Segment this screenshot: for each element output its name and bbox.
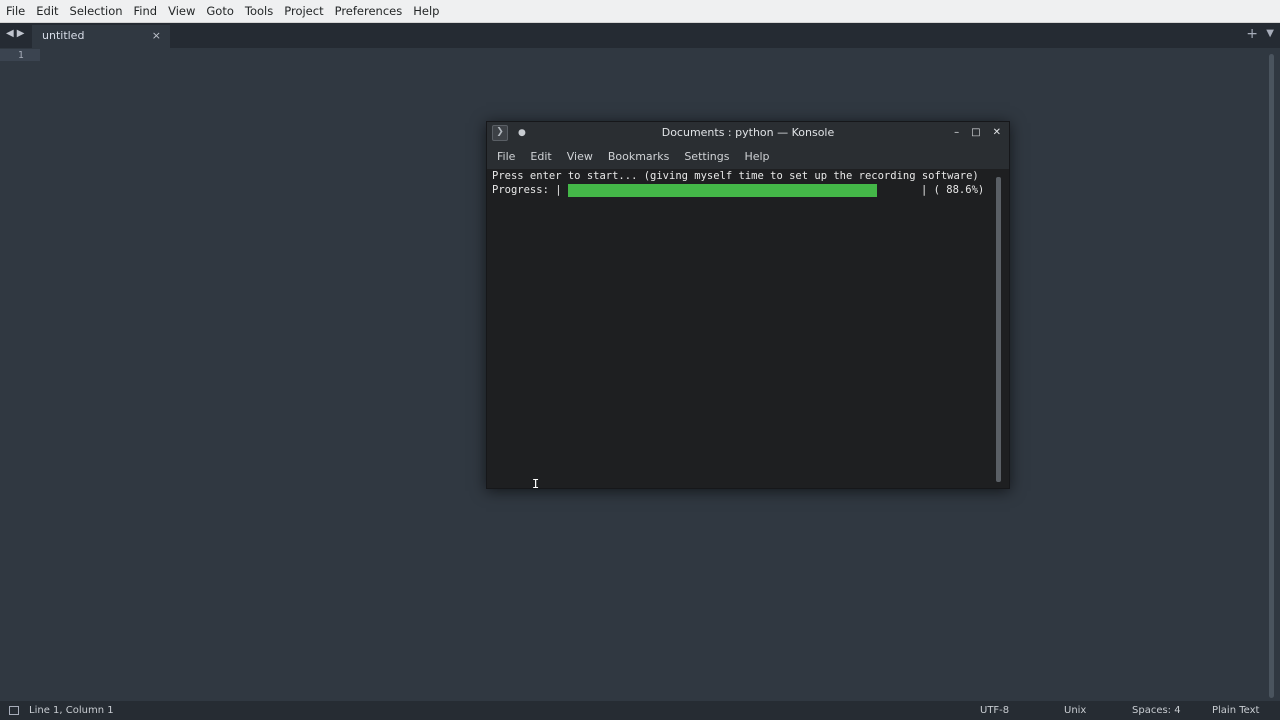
indentation-indicator[interactable]: Spaces: 4 bbox=[1132, 705, 1181, 716]
konsole-menu-settings[interactable]: Settings bbox=[679, 150, 734, 163]
konsole-menu-bar: File Edit View Bookmarks Settings Help bbox=[487, 144, 1009, 169]
tab-close-icon[interactable]: × bbox=[152, 25, 161, 47]
terminal-output[interactable]: Press enter to start... (giving myself t… bbox=[492, 170, 992, 488]
editor-scrollbar[interactable] bbox=[1269, 54, 1274, 698]
line-endings-indicator[interactable]: Unix bbox=[1064, 705, 1086, 716]
syntax-indicator[interactable]: Plain Text bbox=[1212, 705, 1259, 716]
tab-bar: ◀ ▶ untitled × + ▼ bbox=[0, 23, 1280, 48]
tab-label: untitled bbox=[42, 29, 85, 42]
tab-forward-icon[interactable]: ▶ bbox=[17, 28, 25, 39]
menu-view[interactable]: View bbox=[162, 0, 200, 23]
konsole-menu-edit[interactable]: Edit bbox=[525, 150, 556, 163]
konsole-menu-help[interactable]: Help bbox=[739, 150, 774, 163]
terminal-line: Press enter to start... (giving myself t… bbox=[492, 170, 979, 182]
menu-find[interactable]: Find bbox=[128, 0, 163, 23]
i-beam-cursor-icon: I bbox=[532, 477, 540, 491]
window-controls: – □ ✕ bbox=[954, 122, 1001, 144]
new-tab-icon[interactable]: + bbox=[1246, 26, 1258, 42]
menu-file[interactable]: File bbox=[0, 0, 30, 23]
menu-project[interactable]: Project bbox=[278, 0, 328, 23]
progress-percent: | ( 88.6%) bbox=[921, 184, 985, 196]
close-icon[interactable]: ✕ bbox=[993, 122, 1001, 144]
terminal-prompt-icon[interactable]: ❯ bbox=[492, 125, 508, 141]
tab-untitled[interactable]: untitled × bbox=[32, 25, 170, 48]
cursor-position[interactable]: Line 1, Column 1 bbox=[29, 705, 114, 716]
terminal-scrollbar[interactable] bbox=[996, 177, 1001, 482]
keep-above-icon[interactable]: ● bbox=[518, 122, 526, 144]
konsole-menu-view[interactable]: View bbox=[562, 150, 598, 163]
menu-help[interactable]: Help bbox=[407, 0, 444, 23]
menu-preferences[interactable]: Preferences bbox=[329, 0, 408, 23]
progress-bar-fill bbox=[568, 184, 878, 197]
line-number: 1 bbox=[18, 50, 24, 61]
menu-goto[interactable]: Goto bbox=[200, 0, 239, 23]
tab-back-icon[interactable]: ◀ bbox=[6, 28, 14, 39]
konsole-menu-file[interactable]: File bbox=[492, 150, 520, 163]
status-bar: Line 1, Column 1 UTF-8 Unix Spaces: 4 Pl… bbox=[0, 701, 1280, 720]
menu-tools[interactable]: Tools bbox=[239, 0, 278, 23]
progress-bar bbox=[568, 184, 917, 197]
panel-toggle-icon[interactable] bbox=[9, 706, 19, 715]
konsole-title: Documents : python — Konsole bbox=[661, 126, 835, 139]
konsole-window: ❯ ● Documents : python — Konsole – □ ✕ F… bbox=[486, 121, 1010, 489]
maximize-icon[interactable]: □ bbox=[971, 122, 980, 144]
minimize-icon[interactable]: – bbox=[954, 122, 959, 144]
tab-list-icon[interactable]: ▼ bbox=[1266, 28, 1274, 39]
progress-label: Progress: | bbox=[492, 184, 562, 196]
konsole-titlebar[interactable]: ❯ ● Documents : python — Konsole – □ ✕ bbox=[487, 122, 1009, 144]
tab-nav: ◀ ▶ bbox=[6, 28, 24, 39]
menu-edit[interactable]: Edit bbox=[30, 0, 63, 23]
menu-bar: File Edit Selection Find View Goto Tools… bbox=[0, 0, 1280, 23]
encoding-indicator[interactable]: UTF-8 bbox=[980, 705, 1009, 716]
menu-selection[interactable]: Selection bbox=[64, 0, 128, 23]
konsole-menu-bookmarks[interactable]: Bookmarks bbox=[603, 150, 674, 163]
